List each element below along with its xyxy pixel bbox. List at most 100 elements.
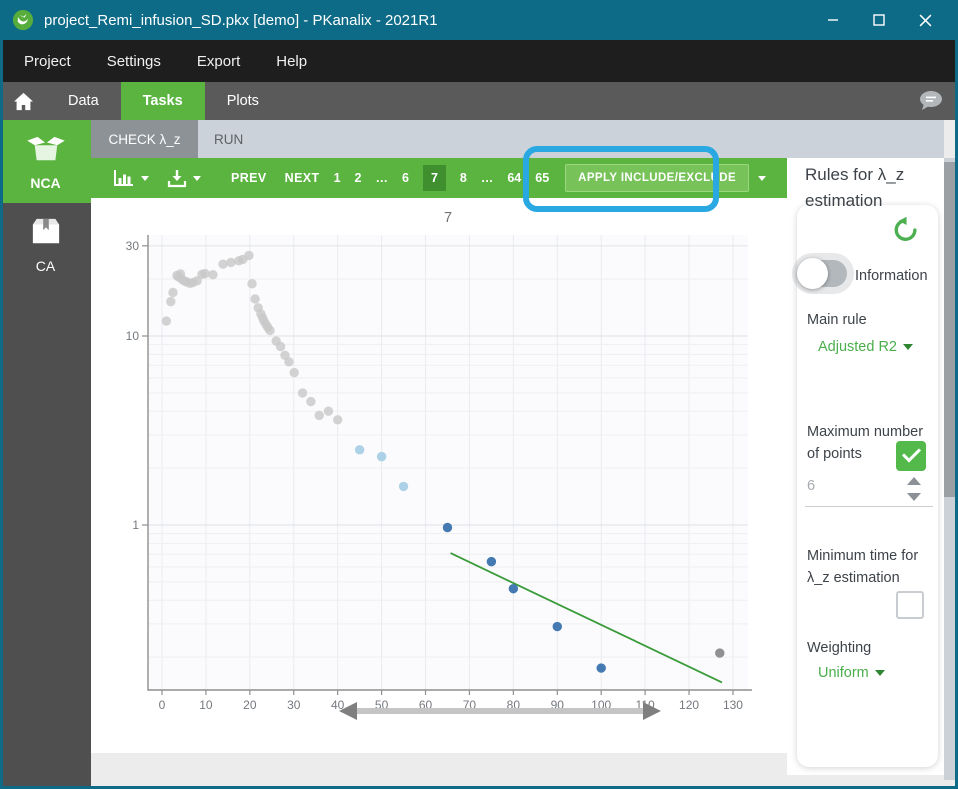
svg-text:10: 10	[126, 329, 140, 343]
page-button-6[interactable]: 6	[402, 171, 409, 185]
svg-text:130: 130	[723, 698, 743, 712]
window-title: project_Remi_infusion_SD.pkx [demo] - PK…	[44, 12, 438, 29]
svg-text:0: 0	[159, 698, 166, 712]
max-points-input[interactable]: 6	[807, 478, 815, 494]
minimize-button[interactable]	[810, 0, 856, 40]
main-rule-value: Adjusted R2	[818, 339, 897, 355]
tab-run[interactable]: RUN	[198, 120, 259, 158]
scatter-point[interactable]	[289, 368, 298, 377]
lambda-z-plot[interactable]: 1103001020304050607080901001101201307	[91, 198, 787, 753]
titlebar: project_Remi_infusion_SD.pkx [demo] - PK…	[0, 0, 958, 40]
scatter-point[interactable]	[715, 648, 724, 657]
stepper-up-icon[interactable]	[907, 477, 921, 485]
apply-options-chevron-icon[interactable]	[758, 176, 766, 181]
scatter-point[interactable]	[244, 251, 253, 260]
svg-text:120: 120	[679, 698, 699, 712]
stepper-down-icon[interactable]	[907, 493, 921, 501]
maximize-button[interactable]	[856, 0, 902, 40]
page-button-…[interactable]: …	[481, 171, 494, 185]
download-icon	[167, 169, 187, 188]
information-label: Information	[855, 268, 928, 284]
tab-tasks[interactable]: Tasks	[121, 82, 205, 120]
min-time-checkbox[interactable]	[896, 591, 924, 619]
menu-item-settings[interactable]: Settings	[107, 53, 161, 70]
weighting-label: Weighting	[807, 637, 871, 659]
page-button-2[interactable]: 2	[355, 171, 362, 185]
menu-item-export[interactable]: Export	[197, 53, 240, 70]
scatter-point[interactable]	[298, 388, 307, 397]
weighting-value: Uniform	[818, 665, 869, 681]
tab-plots[interactable]: Plots	[205, 82, 281, 120]
feedback-chat-icon[interactable]	[918, 89, 944, 113]
svg-text:30: 30	[126, 239, 140, 253]
scatter-point[interactable]	[208, 270, 217, 279]
input-underline	[805, 506, 933, 507]
scatter-point[interactable]	[377, 452, 386, 461]
scatter-point[interactable]	[553, 622, 562, 631]
scatter-point[interactable]	[276, 342, 285, 351]
scatter-point[interactable]	[355, 445, 364, 454]
max-points-checkbox[interactable]	[896, 441, 926, 471]
weighting-dropdown[interactable]: Uniform	[818, 665, 885, 681]
sidebar-item-label: CA	[0, 258, 91, 286]
tab-check-lambda-z[interactable]: CHECK λ_z	[91, 120, 198, 158]
menu-item-project[interactable]: Project	[24, 53, 71, 70]
menu-item-help[interactable]: Help	[276, 53, 307, 70]
scatter-point[interactable]	[247, 279, 256, 288]
scatter-point[interactable]	[218, 259, 227, 268]
scatter-point[interactable]	[226, 258, 235, 267]
reset-icon[interactable]	[893, 217, 919, 243]
scatter-point[interactable]	[443, 523, 452, 532]
sidebar-item-ca[interactable]: CA	[0, 203, 91, 286]
plot-toolbar: PREV NEXT 12 … 678 … 64 65 APPLY INCLUDE/EXCL…	[91, 158, 787, 198]
scatter-point[interactable]	[315, 411, 324, 420]
prev-page-button[interactable]: PREV	[231, 171, 267, 185]
chevron-down-icon	[141, 176, 149, 181]
page-button-64[interactable]: 64	[507, 171, 521, 185]
scatter-point[interactable]	[250, 294, 259, 303]
toggle-knob	[797, 258, 828, 289]
scatter-point[interactable]	[284, 357, 293, 366]
page-button-…[interactable]: …	[375, 171, 388, 185]
scatter-point[interactable]	[168, 288, 177, 297]
chart-type-dropdown[interactable]	[113, 169, 149, 187]
close-button[interactable]	[902, 0, 948, 40]
lambda-rules-panel: Information Main rule Adjusted R2 Maximu…	[797, 205, 938, 767]
scatter-point[interactable]	[265, 326, 274, 335]
main-rule-label: Main rule	[807, 309, 867, 331]
scatter-point[interactable]	[306, 397, 315, 406]
scatter-point[interactable]	[324, 407, 333, 416]
plot-title: 7	[444, 210, 452, 226]
scatter-point[interactable]	[509, 584, 518, 593]
app-window: project_Remi_infusion_SD.pkx [demo] - PK…	[0, 0, 958, 789]
apply-include-exclude-button[interactable]: APPLY INCLUDE/EXCLUDE	[565, 164, 749, 192]
information-toggle[interactable]	[799, 260, 847, 287]
scatter-point[interactable]	[487, 557, 496, 566]
scatter-point[interactable]	[162, 316, 171, 325]
chevron-down-icon	[193, 176, 201, 181]
panel-title: Rules for λ_z estimation	[805, 162, 937, 215]
svg-text:30: 30	[287, 698, 301, 712]
next-page-button[interactable]: NEXT	[285, 171, 320, 185]
page-button-1[interactable]: 1	[334, 171, 341, 185]
page-button-7[interactable]: 7	[423, 165, 446, 191]
export-dropdown[interactable]	[167, 169, 201, 188]
sidebar-item-nca[interactable]: NCA	[0, 120, 91, 203]
pkanalix-app-icon	[12, 9, 34, 31]
main-rule-dropdown[interactable]: Adjusted R2	[818, 339, 913, 355]
menu-bar: Project Settings Export Help	[0, 40, 958, 82]
page-button-8[interactable]: 8	[460, 171, 467, 185]
scatter-point[interactable]	[399, 482, 408, 491]
plot-background	[148, 235, 748, 690]
page-button-65[interactable]: 65	[535, 171, 549, 185]
tab-data[interactable]: Data	[46, 82, 121, 120]
scatter-point[interactable]	[597, 663, 606, 672]
scatter-point[interactable]	[333, 415, 342, 424]
svg-text:1: 1	[132, 518, 139, 532]
svg-text:20: 20	[243, 698, 257, 712]
scatter-point[interactable]	[200, 269, 209, 278]
home-button[interactable]	[0, 82, 46, 120]
nav-tab-bar: Data Tasks Plots	[0, 82, 958, 120]
scatter-point[interactable]	[166, 297, 175, 306]
window-border	[0, 0, 3, 789]
